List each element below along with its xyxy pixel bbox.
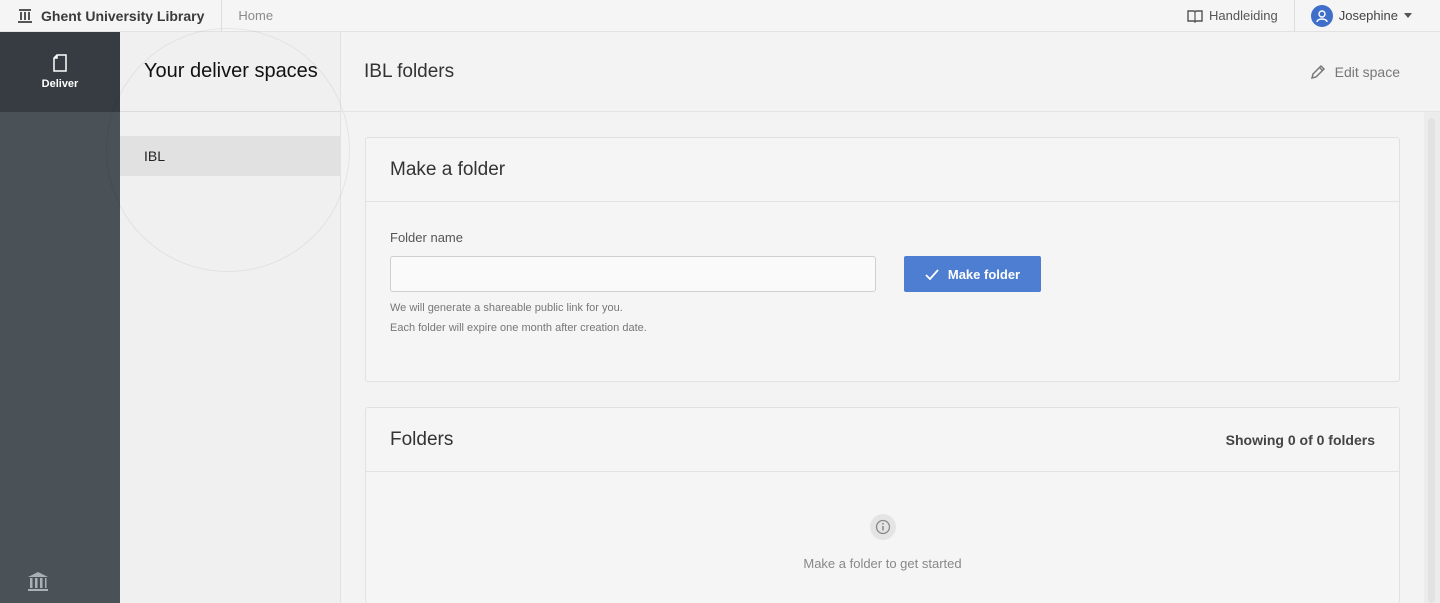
help-text: We will generate a shareable public link… <box>390 298 1375 338</box>
info-icon <box>869 514 896 540</box>
empty-state-message: Make a folder to get started <box>803 556 962 571</box>
top-bar: Ghent University Library Home Handleidin… <box>0 0 1440 32</box>
help-line: We will generate a shareable public link… <box>390 302 623 314</box>
pencil-icon <box>1310 64 1326 80</box>
page-title: IBL folders <box>364 60 455 82</box>
folder-count: Showing 0 of 0 folders <box>1225 431 1375 448</box>
folder-name-input[interactable] <box>390 256 876 292</box>
library-building-icon <box>18 8 32 24</box>
document-icon <box>52 54 68 72</box>
folders-card: Folders Showing 0 of 0 folders Make a fo… <box>365 407 1400 603</box>
edit-space-label: Edit space <box>1334 63 1400 80</box>
help-line: Each folder will expire one month after … <box>390 322 647 334</box>
make-folder-form: Folder name Make folder We will generate… <box>366 202 1399 338</box>
chevron-down-icon <box>1404 13 1412 18</box>
make-folder-button-label: Make folder <box>947 266 1021 282</box>
rail-item-label: Deliver <box>41 78 79 90</box>
checkmark-icon <box>925 268 939 280</box>
empty-state: Make a folder to get started <box>366 472 1399 571</box>
scrollbar[interactable] <box>1424 112 1440 603</box>
book-icon <box>1187 9 1203 23</box>
divider <box>221 0 223 32</box>
rail-item-deliver[interactable]: Deliver <box>0 32 120 112</box>
university-logo-icon <box>26 570 50 594</box>
brand-name: Ghent University Library <box>41 7 205 24</box>
sidebar-item-ibl[interactable]: IBL <box>120 136 340 176</box>
sidebar-title: Your deliver spaces <box>144 60 318 82</box>
card-header: Make a folder <box>366 138 1399 202</box>
user-avatar-icon <box>1310 4 1333 27</box>
manual-label: Handleiding <box>1209 8 1278 23</box>
spaces-sidebar: Your deliver spaces IBL <box>120 32 341 603</box>
card-title: Make a folder <box>390 158 506 180</box>
sidebar-header: Your deliver spaces <box>120 32 340 112</box>
make-folder-button[interactable]: Make folder <box>904 256 1041 292</box>
card-title: Folders <box>390 428 454 450</box>
edit-space-button[interactable]: Edit space <box>1310 64 1400 80</box>
user-name: Josephine <box>1338 8 1398 23</box>
scrollbar-thumb[interactable] <box>1428 118 1435 603</box>
make-folder-card: Make a folder Folder name Make folder We… <box>365 137 1400 382</box>
brand-link[interactable]: Ghent University Library <box>0 0 204 32</box>
user-menu[interactable]: Josephine <box>1295 4 1440 27</box>
manual-link[interactable]: Handleiding <box>1187 8 1294 23</box>
folder-name-label: Folder name <box>390 230 463 245</box>
card-header: Folders Showing 0 of 0 folders <box>366 408 1399 472</box>
app-rail: Deliver <box>0 32 120 603</box>
home-link[interactable]: Home <box>238 8 273 23</box>
main-header: IBL folders Edit space <box>341 32 1440 112</box>
